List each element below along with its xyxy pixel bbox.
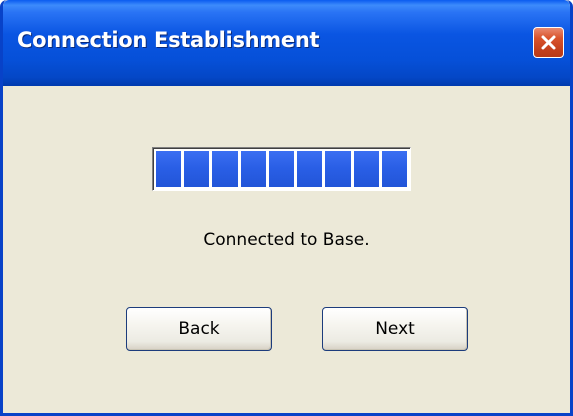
connection-progress-bar — [152, 147, 411, 191]
progress-segment — [184, 151, 210, 187]
window-title: Connection Establishment — [17, 28, 320, 52]
progress-segment — [381, 151, 407, 187]
progress-segment — [212, 151, 238, 187]
connection-dialog: Connection Establishment Connected to Ba… — [0, 0, 573, 416]
progress-segment — [240, 151, 266, 187]
close-button[interactable] — [533, 27, 564, 58]
next-button[interactable]: Next — [322, 307, 468, 351]
dialog-body: Connected to Base. Back Next — [3, 86, 570, 413]
status-message: Connected to Base. — [203, 230, 370, 250]
title-bar[interactable]: Connection Establishment — [3, 0, 570, 86]
progress-segment — [156, 151, 182, 187]
progress-segment — [353, 151, 379, 187]
progress-segment — [325, 151, 351, 187]
progress-fill — [156, 151, 407, 187]
progress-segment — [297, 151, 323, 187]
close-icon — [541, 35, 556, 50]
back-button[interactable]: Back — [126, 307, 272, 351]
progress-segment — [268, 151, 295, 187]
